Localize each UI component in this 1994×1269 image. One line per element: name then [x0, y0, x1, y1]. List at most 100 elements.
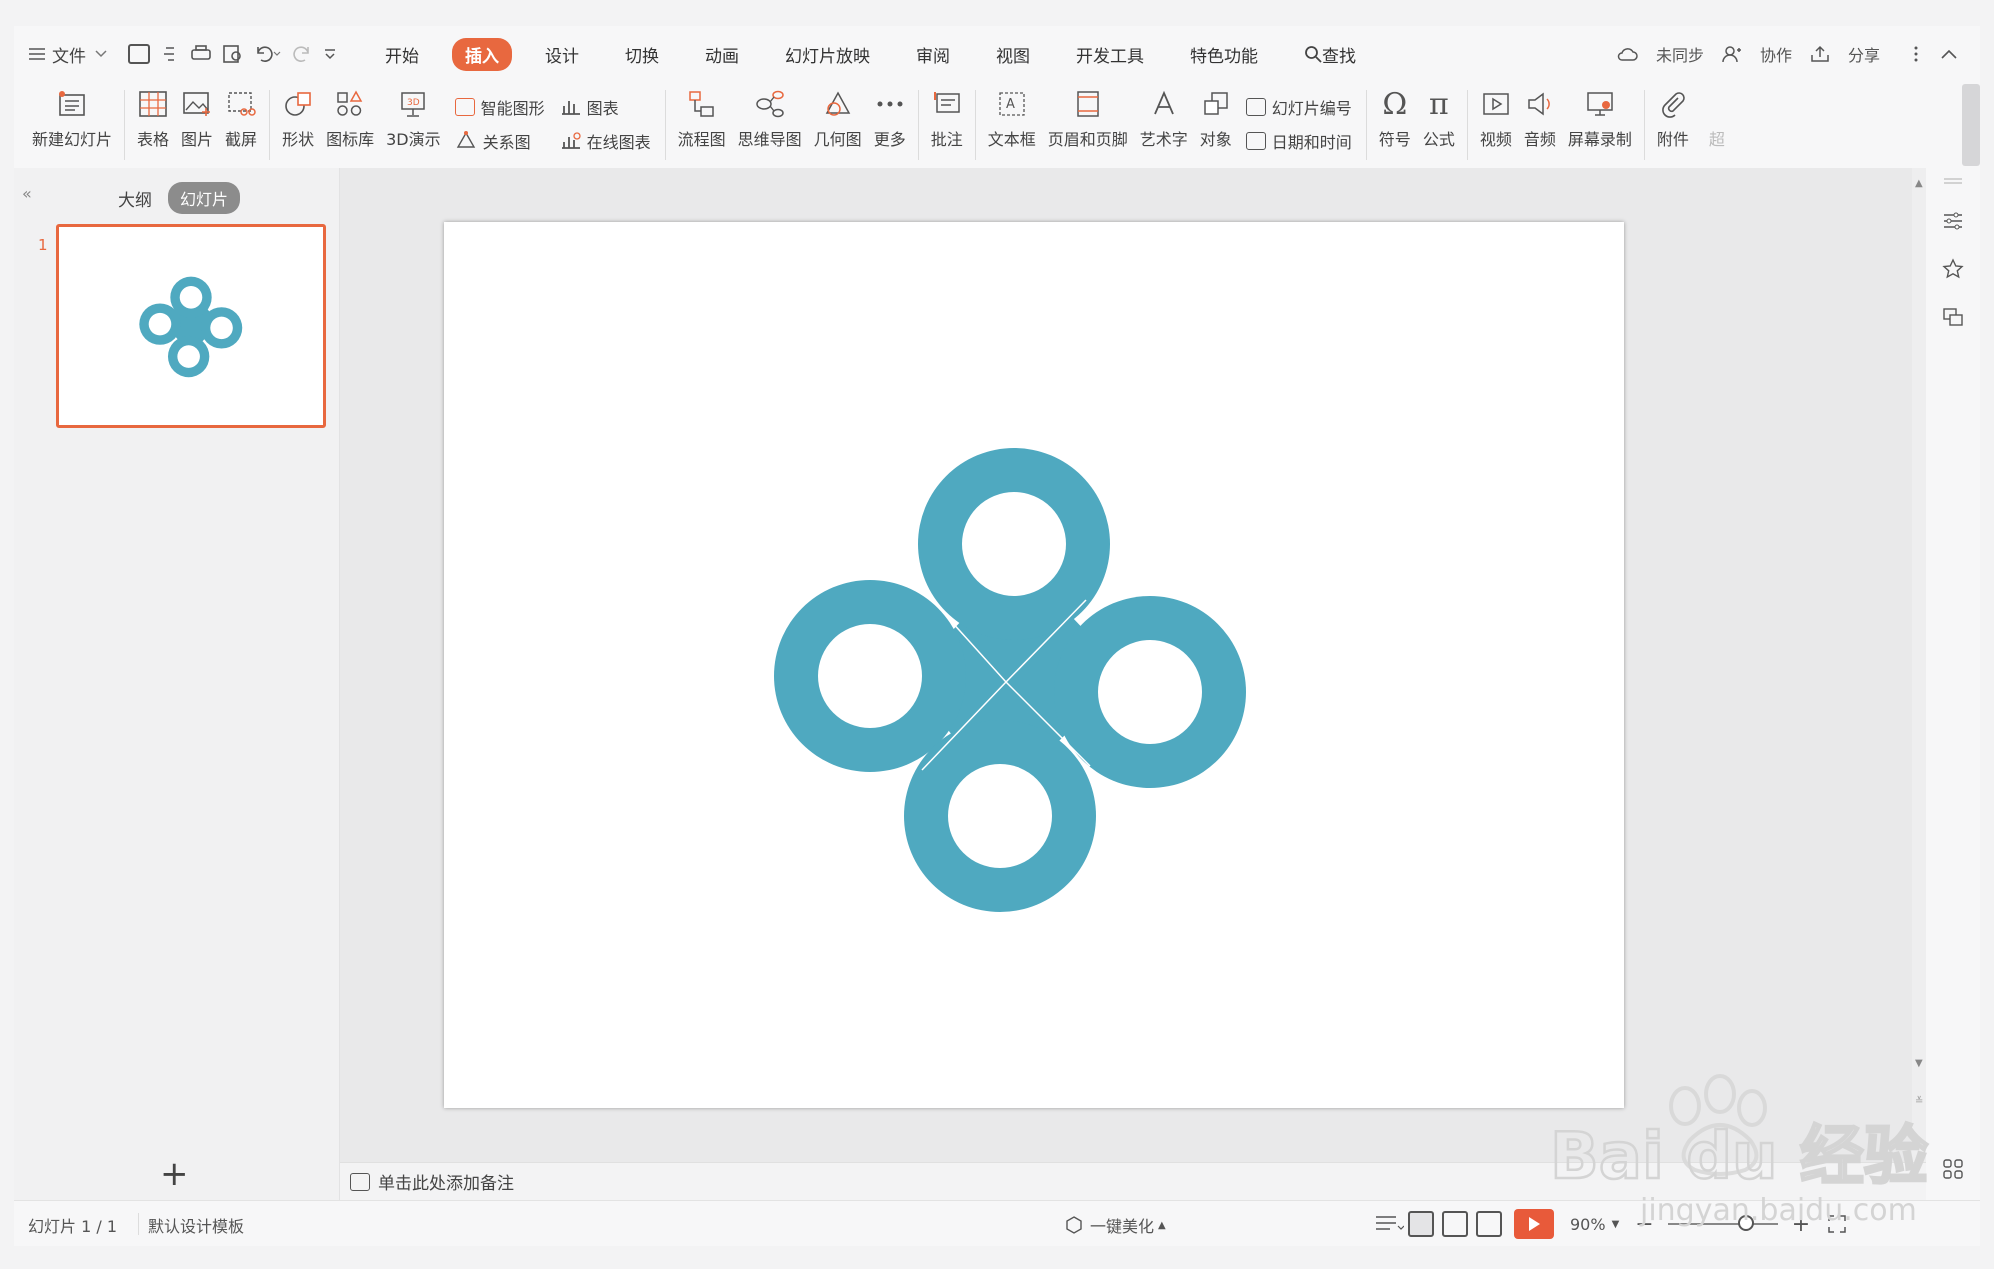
scroll-up-icon[interactable]: ▲: [1915, 178, 1923, 189]
zoom-slider[interactable]: [1667, 1215, 1778, 1231]
collaborate-button[interactable]: 协作: [1722, 42, 1792, 66]
menu-icon: [29, 48, 45, 60]
relation-chart-button[interactable]: 关系图: [455, 124, 545, 158]
attachment-button[interactable]: 附件: [1657, 82, 1689, 150]
collapse-ribbon-icon[interactable]: [1940, 48, 1958, 60]
tab-design[interactable]: 设计: [532, 38, 592, 71]
undo-icon[interactable]: [254, 45, 282, 63]
smart-art-button[interactable]: 智能图形: [454, 90, 545, 124]
add-slide-button[interactable]: +: [160, 1154, 189, 1194]
slide-thumbnail[interactable]: [56, 224, 326, 428]
hyperlink-icon: [1701, 88, 1733, 120]
tab-transition[interactable]: 切换: [612, 38, 672, 71]
file-menu[interactable]: 文件: [28, 42, 108, 67]
shapes-icon: [282, 88, 314, 120]
3d-presentation-icon: 3D: [397, 88, 429, 120]
relation-icon: [456, 131, 475, 148]
symbol-button[interactable]: Ω 符号: [1379, 82, 1411, 150]
ribbon-separator: [124, 90, 126, 160]
demo-3d-label: 3D演示: [386, 130, 441, 149]
online-chart-button[interactable]: 在线图表: [561, 124, 651, 158]
pi-icon: π: [1428, 86, 1449, 122]
redo-icon[interactable]: [292, 45, 312, 63]
print-icon[interactable]: [190, 44, 212, 64]
grid-apps-icon[interactable]: [1942, 1158, 1964, 1180]
screen-record-button[interactable]: 屏幕录制: [1568, 82, 1632, 150]
tab-slideshow[interactable]: 幻灯片放映: [772, 38, 883, 71]
tab-special-features[interactable]: 特色功能: [1177, 38, 1271, 71]
geometry-button[interactable]: 几何图: [814, 82, 862, 150]
video-button[interactable]: 视频: [1480, 82, 1512, 150]
play-slideshow-button[interactable]: [1514, 1209, 1554, 1239]
more-options-icon[interactable]: [1914, 46, 1918, 62]
chart-button[interactable]: 图表: [561, 90, 651, 124]
page-nav-icon[interactable]: ≚: [1915, 1096, 1923, 1107]
textbox-button[interactable]: A 文本框: [988, 82, 1036, 150]
more-button[interactable]: 更多: [874, 82, 906, 150]
beautify-button[interactable]: 一键美化 ▲: [1064, 1213, 1166, 1237]
tab-review[interactable]: 审阅: [903, 38, 963, 71]
transition-icon[interactable]: [1942, 306, 1964, 328]
ribbon-scroll-button[interactable]: [1962, 84, 1980, 166]
vertical-scrollbar[interactable]: ▲ ▼ ≚: [1912, 168, 1926, 1162]
shape-button[interactable]: 形状: [282, 82, 314, 150]
scroll-down-icon[interactable]: ▼: [1915, 1058, 1923, 1069]
slide-sorter-icon[interactable]: [1442, 1211, 1468, 1237]
normal-view-icon[interactable]: [1408, 1211, 1434, 1237]
clover-hole-right: [1098, 640, 1202, 744]
icon-library-button[interactable]: 图标库: [326, 82, 374, 150]
mindmap-button[interactable]: 思维导图: [738, 82, 802, 150]
unsync-button[interactable]: 未同步: [1616, 42, 1704, 66]
cloud-save-icon[interactable]: [160, 44, 180, 64]
zoom-slider-knob[interactable]: [1737, 1215, 1754, 1231]
tab-home[interactable]: 开始: [372, 38, 432, 71]
animation-star-icon[interactable]: [1942, 258, 1964, 280]
properties-icon[interactable]: [1942, 210, 1964, 232]
customize-quick-access-icon[interactable]: [322, 47, 338, 61]
panel-header: « 大纲 幻灯片: [14, 180, 339, 214]
demo-3d-button[interactable]: 3D 3D演示: [386, 82, 441, 150]
zoom-out-icon[interactable]: −: [1635, 1212, 1653, 1237]
tab-slides[interactable]: 幻灯片: [168, 182, 241, 214]
collapse-panel-icon[interactable]: «: [22, 184, 32, 203]
template-name[interactable]: 默认设计模板: [148, 1213, 244, 1237]
audio-button[interactable]: 音频: [1524, 82, 1556, 150]
tab-developer[interactable]: 开发工具: [1063, 38, 1157, 71]
screen-record-label: 屏幕录制: [1567, 130, 1632, 149]
datetime-button[interactable]: 日期和时间: [1245, 124, 1352, 158]
slide-canvas[interactable]: [444, 222, 1624, 1108]
notes-bar[interactable]: 单击此处添加备注: [340, 1162, 1926, 1200]
new-slide-button[interactable]: 新建幻灯片: [32, 82, 112, 150]
tab-view[interactable]: 视图: [983, 38, 1043, 71]
picture-button[interactable]: 图片: [181, 82, 213, 150]
formula-button[interactable]: π 公式: [1423, 82, 1455, 150]
ribbon-separator: [974, 90, 976, 160]
print-preview-icon[interactable]: [222, 44, 244, 64]
header-footer-button[interactable]: 页眉和页脚: [1048, 82, 1128, 150]
table-button[interactable]: 表格: [137, 82, 169, 150]
ribbon-separator: [917, 90, 919, 160]
screenshot-button[interactable]: 截屏: [225, 82, 257, 150]
notes-toggle-icon[interactable]: [1374, 1213, 1404, 1235]
slide-editor-area: ▲ ▼ ≚: [340, 168, 1926, 1162]
comment-button[interactable]: 批注: [931, 82, 963, 150]
search-button[interactable]: 查找: [1291, 38, 1369, 71]
slide-number-button[interactable]: 幻灯片编号: [1245, 90, 1352, 124]
hyperlink-button[interactable]: 超: [1701, 82, 1733, 150]
tab-animation[interactable]: 动画: [692, 38, 752, 71]
tab-outline[interactable]: 大纲: [118, 186, 152, 211]
share-button[interactable]: 分享: [1810, 42, 1880, 66]
reading-view-icon[interactable]: [1476, 1211, 1502, 1237]
fit-window-icon[interactable]: [1828, 1215, 1846, 1233]
save-icon[interactable]: [128, 44, 150, 64]
wordart-button[interactable]: 艺术字: [1140, 82, 1188, 150]
flowchart-button[interactable]: 流程图: [678, 82, 726, 150]
beautify-label: 一键美化: [1090, 1217, 1155, 1236]
zoom-level[interactable]: 90%: [1570, 1215, 1606, 1234]
zoom-in-icon[interactable]: +: [1792, 1212, 1810, 1237]
zoom-dropdown-icon[interactable]: ▼: [1612, 1219, 1620, 1230]
tab-insert[interactable]: 插入: [452, 37, 512, 71]
calendar-icon: [1245, 132, 1266, 150]
object-button[interactable]: 对象: [1200, 82, 1232, 150]
clover-graphic[interactable]: [444, 222, 1624, 1108]
